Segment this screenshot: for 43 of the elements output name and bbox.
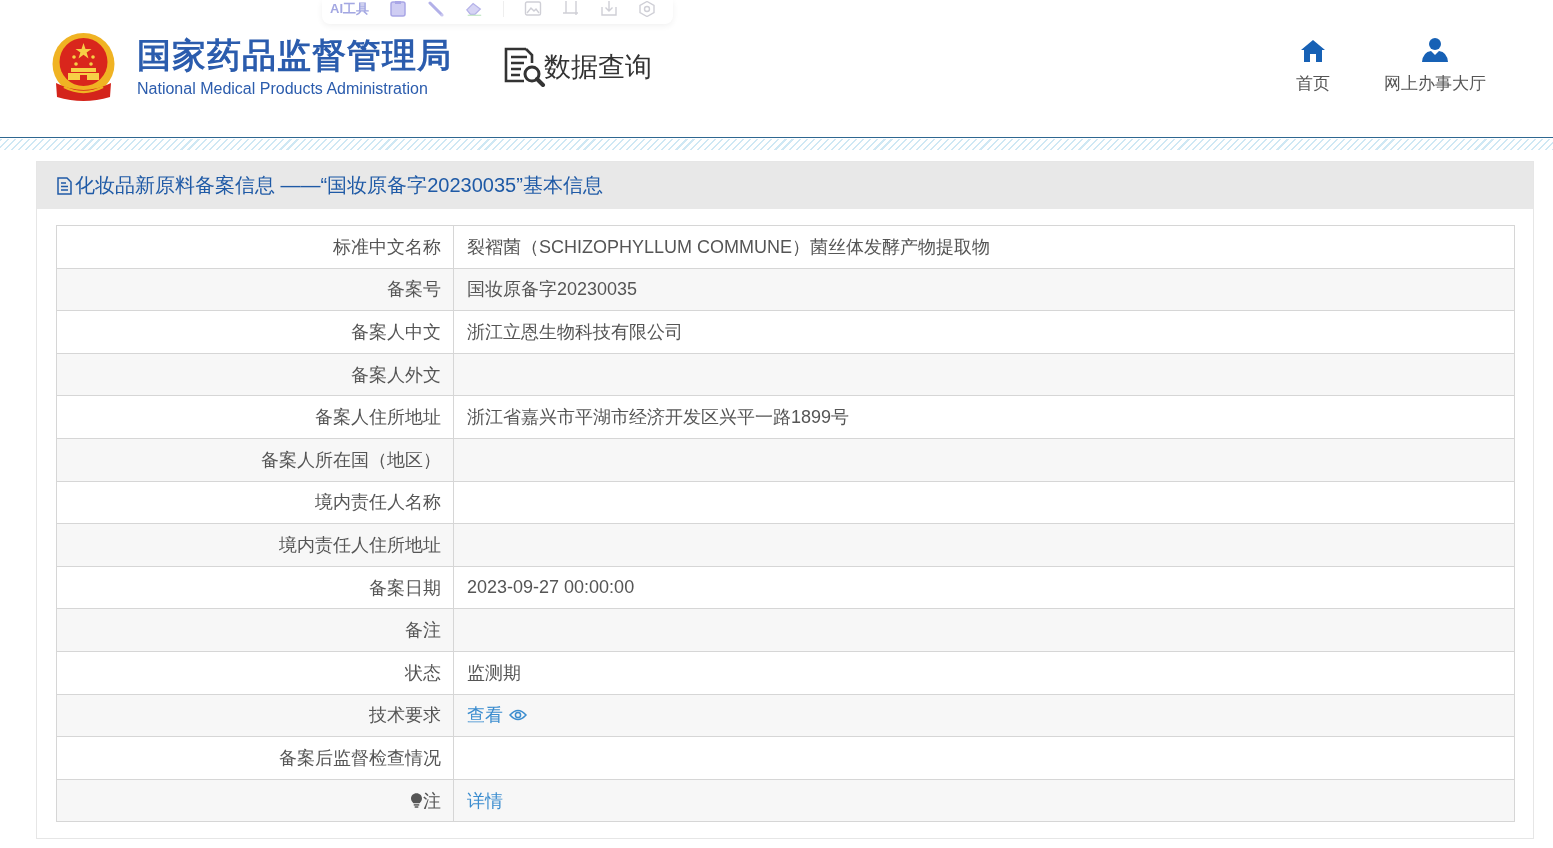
clipboard-icon[interactable]: [389, 1, 407, 17]
agency-title: 国家药品监督管理局: [137, 35, 452, 75]
user-icon: [1422, 37, 1448, 62]
lightbulb-icon: [411, 792, 422, 808]
row-label: 备案人所在国（地区）: [56, 438, 454, 482]
home-icon: [1301, 39, 1325, 62]
nav-link[interactable]: 首页: [1296, 39, 1330, 94]
row-value: 浙江立恩生物科技有限公司: [453, 310, 1515, 354]
nav-link[interactable]: 网上办事大厅: [1384, 39, 1486, 94]
row-value: 浙江省嘉兴市平湖市经济开发区兴平一路1899号: [453, 395, 1515, 439]
row-label: 备案号: [56, 268, 454, 311]
row-label: 境内责任人名称: [56, 481, 454, 524]
details-link[interactable]: 详情: [467, 788, 503, 813]
row-label: 备案后监督检查情况: [56, 736, 454, 780]
eye-icon: [509, 709, 527, 722]
row-label: 备案人中文: [56, 310, 454, 354]
row-value: 监测期: [453, 651, 1515, 695]
row-value: 2023-09-27 00:00:00: [453, 566, 1515, 609]
eraser-icon[interactable]: [465, 1, 483, 17]
row-label: 状态: [56, 651, 454, 695]
download-icon[interactable]: [600, 1, 618, 17]
row-label: 标准中文名称: [56, 225, 454, 269]
ai-tools-button[interactable]: AI工具: [330, 1, 369, 16]
note-label: 注: [423, 790, 441, 811]
image-icon[interactable]: [524, 1, 542, 17]
emblem-icon: [52, 30, 115, 103]
wand-icon[interactable]: [427, 1, 445, 17]
row-label: 境内责任人住所地址: [56, 523, 454, 567]
document-icon: [57, 176, 72, 195]
document-search-icon: [504, 46, 546, 87]
row-label: 备案人住所地址: [56, 395, 454, 439]
row-value: 裂褶菌（SCHIZOPHYLLUM COMMUNE）菌丝体发酵产物提取物: [453, 225, 1515, 269]
row-label: 备注: [56, 608, 454, 652]
settings-icon[interactable]: [638, 1, 656, 17]
row-label: 备案人外文: [56, 353, 454, 396]
crop-icon[interactable]: [562, 1, 580, 17]
view-link[interactable]: 查看: [467, 703, 527, 728]
row-label: 备案日期: [56, 566, 454, 609]
panel-title: 化妆品新原料备案信息 ——“国妆原备字20230035”基本信息: [75, 173, 603, 198]
row-label: 技术要求: [56, 694, 454, 737]
agency-subtitle: National Medical Products Administration: [137, 80, 429, 98]
section-title: 数据查询: [544, 50, 652, 84]
row-value: 国妆原备字20230035: [453, 268, 1515, 311]
